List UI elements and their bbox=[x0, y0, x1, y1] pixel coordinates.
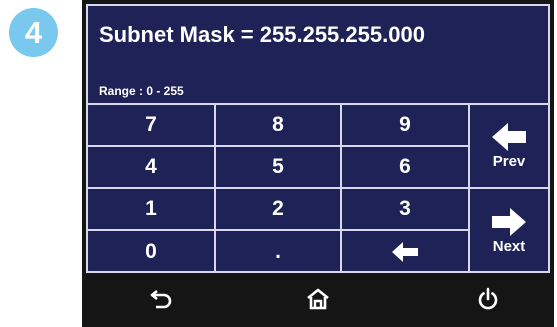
key-1[interactable]: 1 bbox=[88, 189, 216, 231]
home-icon bbox=[307, 288, 329, 310]
page-title: Subnet Mask = 255.255.255.000 bbox=[99, 22, 425, 47]
key-3[interactable]: 3 bbox=[342, 189, 470, 231]
bottom-bar bbox=[82, 273, 554, 327]
prev-button[interactable]: Prev bbox=[470, 105, 548, 189]
range-label: Range : 0 - 255 bbox=[99, 84, 184, 98]
next-label: Next bbox=[492, 237, 526, 255]
right-arrow-icon bbox=[492, 207, 526, 236]
home-button[interactable] bbox=[300, 285, 336, 313]
device-frame: Subnet Mask = 255.255.255.000 Range : 0 … bbox=[82, 0, 554, 327]
step-badge: 4 bbox=[9, 8, 58, 57]
keypad-screen: Subnet Mask = 255.255.255.000 Range : 0 … bbox=[86, 4, 550, 273]
prev-label: Prev bbox=[492, 152, 526, 170]
key-6[interactable]: 6 bbox=[342, 147, 470, 189]
back-icon bbox=[150, 289, 172, 309]
back-button[interactable] bbox=[144, 285, 180, 313]
key-9[interactable]: 9 bbox=[342, 105, 470, 147]
key-8[interactable]: 8 bbox=[216, 105, 342, 147]
numeric-keypad: 7 8 9 4 5 6 1 2 3 0 . Prev Next bbox=[88, 103, 548, 273]
key-0[interactable]: 0 bbox=[88, 231, 216, 273]
key-decimal[interactable]: . bbox=[216, 231, 342, 273]
backspace-button[interactable] bbox=[342, 231, 470, 273]
left-arrow-icon bbox=[392, 242, 418, 262]
key-5[interactable]: 5 bbox=[216, 147, 342, 189]
power-icon bbox=[478, 287, 498, 310]
key-2[interactable]: 2 bbox=[216, 189, 342, 231]
left-arrow-icon bbox=[492, 122, 526, 151]
next-button[interactable]: Next bbox=[470, 189, 548, 273]
key-7[interactable]: 7 bbox=[88, 105, 216, 147]
key-4[interactable]: 4 bbox=[88, 147, 216, 189]
power-button[interactable] bbox=[470, 285, 506, 313]
